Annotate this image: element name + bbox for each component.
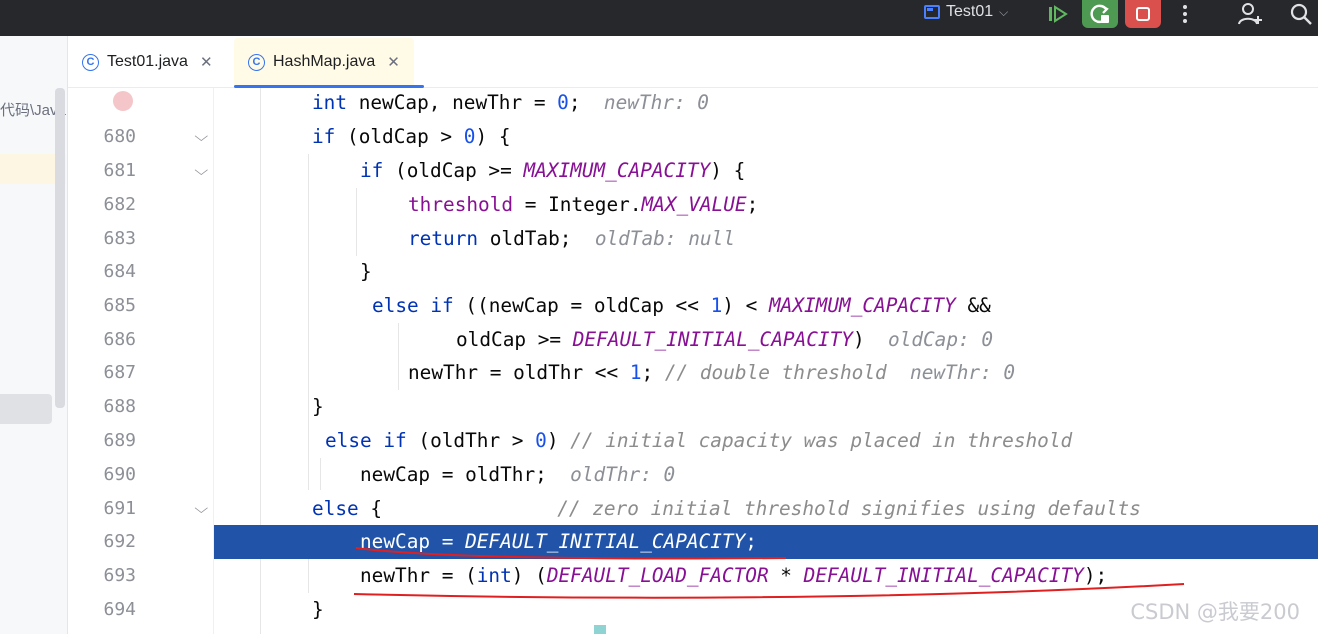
code-line[interactable]: return oldTab; oldTab: null	[214, 222, 1318, 256]
rerun-icon	[1090, 4, 1109, 24]
code-line[interactable]: oldCap >= DEFAULT_INITIAL_CAPACITY) oldC…	[214, 323, 1318, 357]
gutter-line[interactable]: 681 ⌵	[68, 154, 214, 188]
code-line[interactable]: newCap = oldThr; oldThr: 0	[214, 458, 1318, 492]
gutter-line[interactable]: 685	[68, 289, 214, 323]
resume-button[interactable]	[1044, 0, 1072, 28]
run-config-selector[interactable]: Test01 ⌵	[924, 0, 1008, 24]
stop-icon	[1136, 7, 1150, 21]
execution-point-line[interactable]: newCap = DEFAULT_INITIAL_CAPACITY;	[214, 525, 1318, 559]
fold-icon[interactable]: ⌵	[194, 162, 208, 179]
title-bar: Test01 ⌵	[0, 0, 1318, 36]
fold-icon[interactable]: ⌵	[194, 500, 208, 517]
scroll-marker	[594, 625, 606, 634]
code-editor[interactable]: int newCap, newThr = 0; newThr: 0 if (ol…	[214, 88, 1318, 634]
gutter-line[interactable]: 682	[68, 188, 214, 222]
code-line[interactable]: if (oldCap >= MAXIMUM_CAPACITY) {	[214, 154, 1318, 188]
gutter-line[interactable]: 694	[68, 593, 214, 627]
gutter-line[interactable]: 684	[68, 255, 214, 289]
java-class-icon: C	[248, 53, 265, 71]
editor-tab-bar: C Test01.java ✕ C HashMap.java ✕	[68, 36, 1318, 88]
line-number: 694	[103, 599, 136, 620]
code-line[interactable]: if (oldCap > 0) {	[214, 120, 1318, 154]
line-number: 690	[103, 464, 136, 485]
add-user-icon	[1238, 3, 1262, 25]
resume-icon	[1049, 5, 1068, 23]
tab-label: HashMap.java	[273, 53, 376, 70]
gutter-line[interactable]	[68, 88, 214, 122]
code-line[interactable]: else { // zero initial threshold signifi…	[214, 492, 1318, 526]
tab-hashmap-java[interactable]: C HashMap.java ✕	[234, 38, 414, 86]
run-config-label: Test01	[946, 3, 994, 20]
code-line[interactable]: int newCap, newThr = 0; newThr: 0	[214, 88, 1318, 120]
gutter-line[interactable]: 691 ⌵	[68, 492, 214, 526]
gutter-line[interactable]: 687	[68, 356, 214, 390]
watermark: CSDN @我要200	[1130, 600, 1300, 624]
line-number: 693	[103, 565, 136, 586]
line-number: 689	[103, 430, 136, 451]
rerun-button[interactable]	[1082, 0, 1118, 28]
gutter-line[interactable]: 686	[68, 323, 214, 357]
inline-debug-value: newThr: 0	[910, 361, 1016, 384]
editor-gutter: 680 ⌵ 681 ⌵ 682 683 684 685 686 687 688 68…	[68, 88, 214, 634]
gutter-line[interactable]: 692	[68, 525, 214, 559]
inline-debug-value: newThr: 0	[603, 91, 709, 114]
search-button[interactable]	[1286, 0, 1316, 28]
line-number: 684	[103, 261, 136, 282]
line-number: 688	[103, 396, 136, 417]
code-line[interactable]: else if (oldThr > 0) // initial capacity…	[214, 424, 1318, 458]
code-line[interactable]: }	[214, 390, 1318, 424]
gutter-line[interactable]: 689	[68, 424, 214, 458]
gutter-line[interactable]: 683	[68, 222, 214, 256]
gutter-line[interactable]: 688	[68, 390, 214, 424]
line-number: 682	[103, 194, 136, 215]
line-number: 692	[103, 531, 136, 552]
tab-label: Test01.java	[107, 53, 188, 70]
stop-button[interactable]	[1125, 0, 1161, 28]
fold-icon[interactable]: ⌵	[194, 128, 208, 145]
search-icon	[1290, 3, 1312, 25]
gutter-line[interactable]: 680 ⌵	[68, 120, 214, 154]
inline-debug-value: oldCap: 0	[887, 328, 994, 351]
close-icon[interactable]: ✕	[387, 53, 400, 71]
code-line[interactable]: }	[214, 255, 1318, 289]
line-number: 683	[103, 228, 136, 249]
project-panel: 代码\Java	[0, 36, 68, 634]
project-scrollbar[interactable]	[55, 88, 65, 408]
code-line[interactable]: newThr = (int) (DEFAULT_LOAD_FACTOR * DE…	[214, 559, 1318, 593]
inline-debug-value: oldTab: null	[594, 227, 735, 250]
close-icon[interactable]: ✕	[200, 53, 213, 71]
tab-test01-java[interactable]: C Test01.java ✕	[82, 36, 213, 88]
breakpoint-icon[interactable]	[113, 91, 133, 111]
line-number: 685	[103, 295, 136, 316]
line-number: 686	[103, 329, 136, 350]
run-config-icon	[924, 5, 940, 19]
code-line[interactable]: newThr = oldThr << 1; // double threshol…	[214, 356, 1318, 390]
line-number: 680	[103, 126, 136, 147]
gutter-line[interactable]: 693	[68, 559, 214, 593]
more-button[interactable]	[1172, 0, 1198, 28]
java-class-icon: C	[82, 53, 99, 71]
chevron-down-icon: ⌵	[999, 4, 1009, 19]
more-icon	[1183, 5, 1187, 23]
line-number: 691	[103, 498, 136, 519]
project-hover-row[interactable]	[0, 394, 52, 424]
add-user-button[interactable]	[1236, 0, 1266, 28]
inline-debug-value: oldThr: 0	[570, 463, 676, 486]
code-line[interactable]: threshold = Integer.MAX_VALUE;	[214, 188, 1318, 222]
line-number: 687	[103, 362, 136, 383]
code-line[interactable]: else if ((newCap = oldCap << 1) < MAXIMU…	[214, 289, 1318, 323]
gutter-line[interactable]: 690	[68, 458, 214, 492]
line-number: 681	[103, 160, 136, 181]
